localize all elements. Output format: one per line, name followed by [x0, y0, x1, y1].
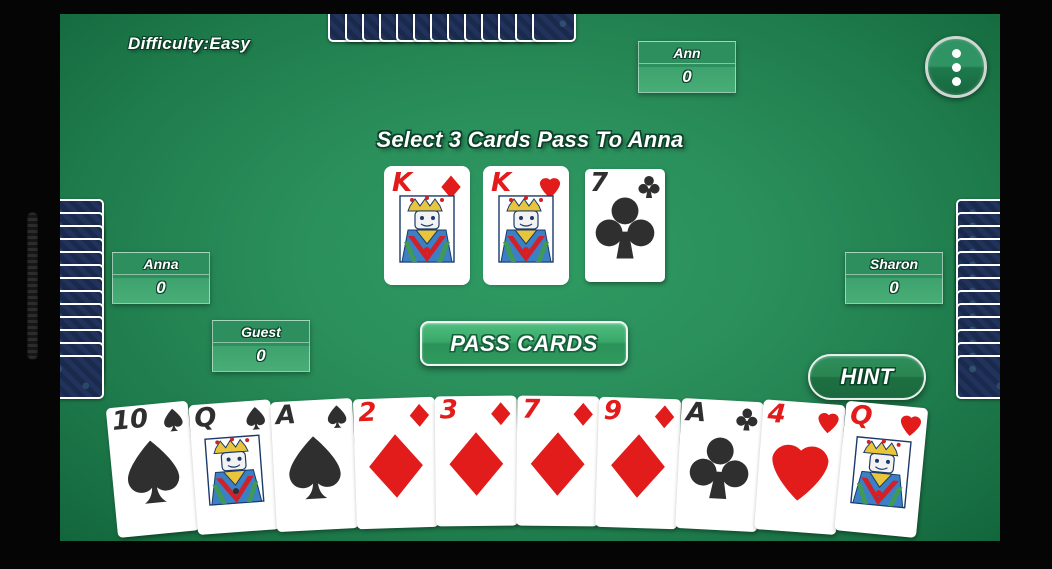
diamond-pip-icon	[653, 405, 676, 430]
opponent-left-card-back	[60, 355, 104, 399]
menu-button[interactable]	[925, 36, 987, 98]
game-table: Difficulty:Easy Select 3 Cards Pass To A…	[60, 14, 1000, 541]
score-value-sharon: 0	[889, 278, 899, 297]
hand-card-1-10-spade[interactable]: 10	[105, 400, 200, 538]
device-bezel-bottom	[0, 541, 1052, 569]
hand-card-8-a-club[interactable]: A	[674, 397, 764, 533]
card-rank-label: 10	[110, 403, 150, 437]
card-rank-label: 7	[590, 169, 609, 198]
hand-card-7-9-diamond[interactable]: 9	[595, 396, 682, 530]
selected-card-1-k-diamond[interactable]: K	[387, 169, 467, 282]
spade-pip-icon	[325, 404, 348, 429]
score-panel-sharon[interactable]: Sharon 0	[845, 252, 943, 304]
opponent-right-card-back	[956, 355, 1000, 399]
card-court-figure	[200, 431, 267, 509]
card-center-diamond-pip-icon	[606, 432, 670, 500]
score-panel-ann[interactable]: Ann 0	[638, 41, 736, 93]
three-dots-vertical-icon-dot-3	[951, 76, 961, 86]
device-screen: Difficulty:Easy Select 3 Cards Pass To A…	[0, 0, 1052, 569]
score-name-sharon: Sharon	[846, 253, 942, 275]
hand-card-5-3-diamond[interactable]: 3	[434, 395, 518, 527]
card-center-diamond-pip-icon	[445, 430, 508, 497]
diamond-pip-icon	[572, 402, 594, 426]
card-court-figure	[396, 191, 458, 265]
pass-cards-button-label: PASS CARDS	[450, 330, 598, 356]
card-rank-label: Q	[192, 402, 218, 434]
hand-card-9-4-heart[interactable]: 4	[754, 399, 846, 536]
three-dots-vertical-icon-dot-2	[951, 62, 961, 72]
score-name-ann: Ann	[639, 42, 735, 64]
hint-button-label: HINT	[840, 364, 894, 389]
card-rank-label: 4	[766, 399, 787, 430]
card-rank-label: 3	[439, 395, 459, 426]
card-center-spade-pip-icon	[282, 433, 347, 502]
pass-prompt-text: Select 3 Cards Pass To Anna	[376, 127, 684, 152]
card-rank-label: 9	[603, 396, 623, 427]
score-value-ann: 0	[682, 67, 692, 86]
card-rank-label: 2	[357, 397, 377, 429]
heart-pip-icon	[816, 409, 840, 435]
pass-cards-button[interactable]: PASS CARDS	[420, 321, 628, 366]
hand-card-6-7-diamond[interactable]: 7	[515, 395, 599, 527]
card-center-club-pip-icon	[594, 195, 656, 261]
card-center-club-pip-icon	[686, 433, 751, 502]
card-center-diamond-pip-icon	[363, 432, 427, 500]
device-bezel-right	[1000, 0, 1052, 569]
selected-card-2-k-heart[interactable]: K	[486, 169, 566, 282]
device-bezel-top	[0, 0, 1052, 14]
spade-pip-icon	[243, 406, 267, 432]
hand-card-10-q-heart[interactable]: Q	[833, 400, 928, 538]
card-center-diamond-pip-icon	[526, 430, 589, 497]
selected-card-3-7-club[interactable]: 7	[585, 169, 665, 282]
difficulty-label: Difficulty:Easy	[128, 34, 251, 53]
hint-button[interactable]: HINT	[808, 354, 926, 400]
club-pip-icon	[735, 407, 758, 432]
card-court-figure	[495, 191, 557, 265]
diamond-pip-icon	[490, 402, 512, 426]
card-rank-label: 7	[521, 395, 540, 425]
card-rank-label: A	[684, 397, 707, 429]
volume-button[interactable]	[27, 212, 38, 360]
card-rank-label: Q	[848, 400, 874, 433]
opponent-top-card-back	[532, 14, 576, 42]
card-center-heart-pip-icon	[766, 435, 833, 505]
card-center-spade-pip-icon	[119, 436, 187, 508]
hand-card-2-q-spade[interactable]: Q	[187, 399, 280, 536]
score-name-anna: Anna	[113, 253, 209, 275]
score-panel-guest[interactable]: Guest 0	[212, 320, 310, 372]
card-rank-label: A	[275, 400, 297, 432]
diamond-pip-icon	[408, 403, 431, 428]
heart-pip-icon	[898, 412, 922, 438]
three-dots-vertical-icon-dot-1	[951, 48, 961, 58]
card-court-figure	[846, 432, 915, 512]
spade-pip-icon	[161, 407, 185, 433]
score-name-guest: Guest	[213, 321, 309, 343]
hand-card-4-2-diamond[interactable]: 2	[352, 396, 439, 530]
hand-card-3-a-spade[interactable]: A	[270, 397, 359, 533]
score-value-anna: 0	[156, 278, 166, 297]
score-value-guest: 0	[256, 346, 266, 365]
score-panel-anna[interactable]: Anna 0	[112, 252, 210, 304]
